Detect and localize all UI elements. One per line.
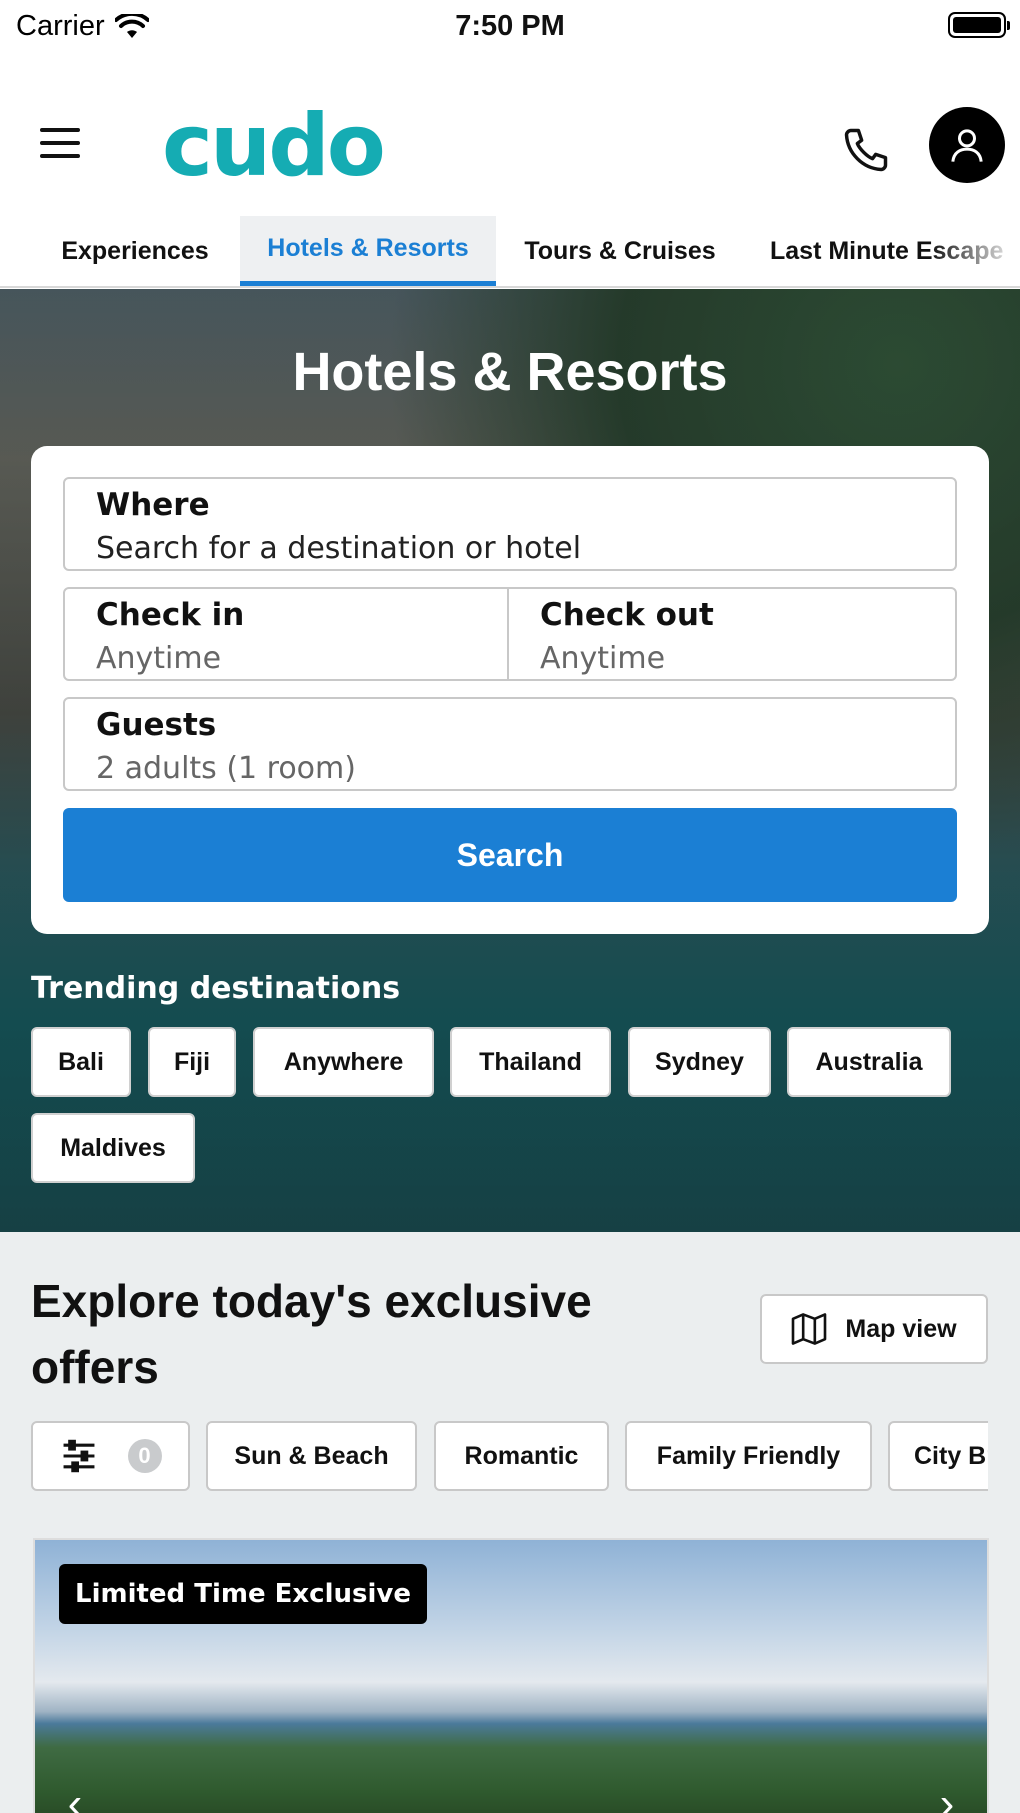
trending-destinations-heading: Trending destinations — [31, 971, 401, 1006]
search-button[interactable]: Search — [63, 808, 957, 902]
trending-chip-maldives[interactable]: Maldives — [31, 1113, 195, 1183]
tab-hotels-resorts[interactable]: Hotels & Resorts — [240, 216, 496, 286]
check-in-label: Check in — [96, 597, 245, 633]
filters-button[interactable]: 0 — [31, 1421, 190, 1491]
filter-chip-family-friendly[interactable]: Family Friendly — [625, 1421, 872, 1491]
filter-chip-romantic[interactable]: Romantic — [434, 1421, 609, 1491]
explore-section: Explore today's exclusive offers Map vie… — [0, 1232, 1020, 1813]
battery-icon — [948, 12, 1010, 38]
status-bar: Carrier 7:50 PM — [0, 0, 1020, 52]
check-out-value: Anytime — [540, 641, 666, 676]
map-view-button[interactable]: Map view — [760, 1294, 988, 1364]
filter-count-badge: 0 — [127, 1439, 162, 1473]
where-label: Where — [96, 487, 210, 523]
map-icon — [792, 1313, 827, 1345]
guests-label: Guests — [96, 707, 217, 743]
map-view-label: Map view — [845, 1314, 957, 1343]
clock: 7:50 PM — [455, 10, 565, 42]
where-field[interactable]: Where Search for a destination or hotel — [63, 477, 957, 571]
cudo-logo[interactable]: cudo — [162, 96, 386, 196]
check-in-value: Anytime — [96, 641, 222, 676]
guests-value: 2 adults (1 room) — [96, 751, 356, 786]
filter-chips-row: 0 Sun & Beach Romantic Family Friendly C… — [0, 1419, 988, 1493]
page-title: Hotels & Resorts — [292, 342, 728, 402]
trending-chip-anywhere[interactable]: Anywhere — [253, 1027, 434, 1097]
trending-chip-sydney[interactable]: Sydney — [628, 1027, 771, 1097]
category-tabs: Experiences Hotels & Resorts Tours & Cru… — [0, 212, 1020, 288]
guests-field[interactable]: Guests 2 adults (1 room) — [63, 697, 957, 791]
offer-card[interactable]: Limited Time Exclusive ‹ › — [33, 1538, 989, 1813]
tab-experiences[interactable]: Experiences — [40, 216, 230, 286]
account-icon[interactable] — [929, 107, 1005, 183]
sliders-icon — [63, 1439, 94, 1473]
explore-heading: Explore today's exclusive offers — [31, 1275, 592, 1393]
app-header: cudo — [0, 52, 1020, 212]
hamburger-menu-icon[interactable] — [40, 128, 88, 168]
limited-time-badge: Limited Time Exclusive — [59, 1564, 427, 1624]
tab-tours-cruises[interactable]: Tours & Cruises — [510, 216, 730, 286]
search-card: Where Search for a destination or hotel … — [31, 446, 989, 934]
check-out-field[interactable]: Check out Anytime — [507, 587, 957, 681]
chevron-right-icon[interactable]: › — [927, 1782, 967, 1813]
phone-icon[interactable] — [840, 124, 892, 176]
hero-section: Hotels & Resorts Where Search for a dest… — [0, 289, 1020, 1232]
check-in-field[interactable]: Check in Anytime — [63, 587, 509, 681]
where-input[interactable]: Search for a destination or hotel — [96, 531, 581, 566]
filter-chip-city-breaks[interactable]: City Breaks — [888, 1421, 988, 1491]
trending-chip-australia[interactable]: Australia — [787, 1027, 951, 1097]
trending-chip-thailand[interactable]: Thailand — [450, 1027, 611, 1097]
filter-chip-sun-beach[interactable]: Sun & Beach — [206, 1421, 417, 1491]
trending-chip-fiji[interactable]: Fiji — [148, 1027, 236, 1097]
chevron-left-icon[interactable]: ‹ — [55, 1782, 95, 1813]
check-out-label: Check out — [540, 597, 714, 633]
tabs-fade-overlay — [930, 212, 1020, 286]
trending-chip-bali[interactable]: Bali — [31, 1027, 131, 1097]
